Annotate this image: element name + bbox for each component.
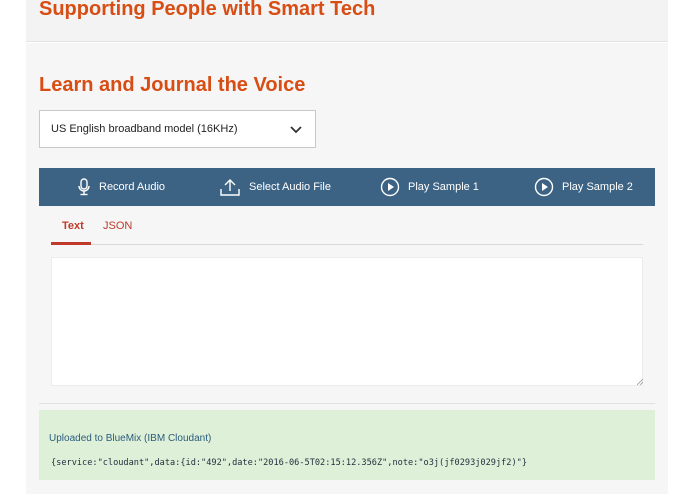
section-divider xyxy=(39,403,655,404)
upload-icon xyxy=(220,179,240,196)
select-audio-file-button[interactable]: Select Audio File xyxy=(219,168,331,206)
resize-grip-icon[interactable] xyxy=(637,379,643,385)
upload-status-label: Uploaded to BlueMix (IBM Cloudant) xyxy=(49,433,212,444)
upload-status-box: Uploaded to BlueMix (IBM Cloudant) {serv… xyxy=(39,410,655,480)
microphone-icon xyxy=(78,178,90,196)
upload-status-json: {service:"cloudant",data:{id:"492",date:… xyxy=(51,458,527,468)
output-panel: Text JSON xyxy=(39,206,655,403)
tab-text[interactable]: Text xyxy=(62,220,84,232)
record-audio-button[interactable]: Record Audio xyxy=(77,168,165,206)
model-select-value: US English broadband model (16KHz) xyxy=(51,123,238,135)
play-sample-1-button[interactable]: Play Sample 1 xyxy=(380,168,479,206)
play-sample-1-label: Play Sample 1 xyxy=(408,181,479,193)
tab-divider xyxy=(91,244,643,245)
model-select[interactable]: US English broadband model (16KHz) xyxy=(39,110,316,148)
play-circle-icon xyxy=(380,177,400,197)
banner-title: Supporting People with Smart Tech xyxy=(39,0,376,20)
active-tab-indicator xyxy=(51,242,91,245)
play-sample-2-button[interactable]: Play Sample 2 xyxy=(534,168,633,206)
tab-json[interactable]: JSON xyxy=(103,220,132,232)
play-sample-2-label: Play Sample 2 xyxy=(562,181,633,193)
audio-toolbar: Record Audio Select Audio File Play Samp… xyxy=(39,168,655,206)
transcript-textarea[interactable] xyxy=(51,257,643,386)
play-circle-icon xyxy=(534,177,554,197)
chevron-down-icon xyxy=(290,126,302,134)
select-audio-file-label: Select Audio File xyxy=(249,181,331,193)
section-title: Learn and Journal the Voice xyxy=(39,74,306,96)
record-audio-label: Record Audio xyxy=(99,181,166,193)
